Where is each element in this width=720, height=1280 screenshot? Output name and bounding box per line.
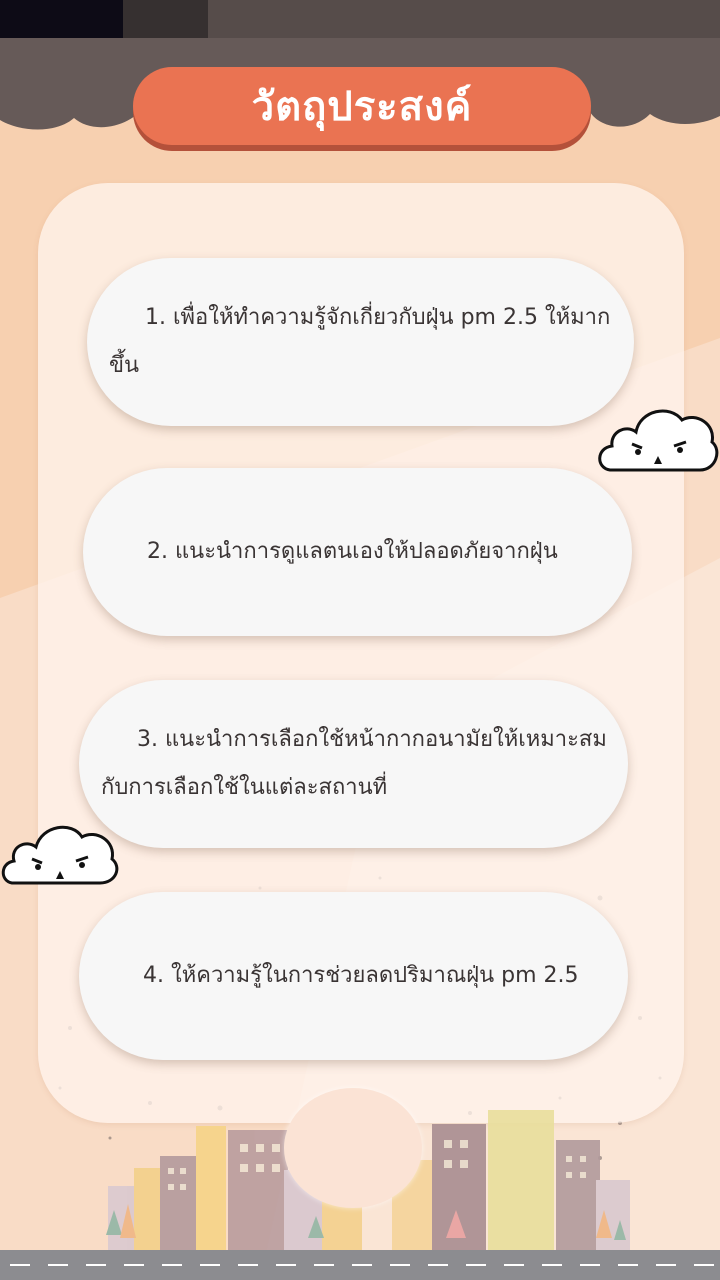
objective-item-1: 1. เพื่อให้ทำความรู้จักเกี่ยวกับฝุ่น pm … <box>87 258 634 426</box>
objective-item-4: 4. ให้ความรู้ในการช่วยลดปริมาณฝุ่น pm 2.… <box>79 892 628 1060</box>
objective-item-3: 3. แนะนำการเลือกใช้หน้ากากอนามัยให้เหมาะ… <box>79 680 628 848</box>
angry-cloud-icon <box>1 825 119 885</box>
status-bar-left <box>0 0 123 38</box>
page-title: วัตถุประสงค์ <box>251 84 473 130</box>
objective-item-2: 2. แนะนำการดูแลตนเองให้ปลอดภัยจากฝุ่น <box>83 468 632 636</box>
objective-text-2: 2. แนะนำการดูแลตนเองให้ปลอดภัยจากฝุ่น <box>147 539 558 564</box>
bottom-circle <box>284 1088 422 1208</box>
status-bar <box>0 0 720 38</box>
objective-text-1: 1. เพื่อให้ทำความรู้จักเกี่ยวกับฝุ่น pm … <box>109 305 611 378</box>
title-banner: วัตถุประสงค์ <box>133 67 591 145</box>
angry-cloud-icon <box>598 409 719 472</box>
status-bar-middle <box>123 0 208 38</box>
objective-text-4: 4. ให้ความรู้ในการช่วยลดปริมาณฝุ่น pm 2.… <box>143 963 579 988</box>
objective-text-3: 3. แนะนำการเลือกใช้หน้ากากอนามัยให้เหมาะ… <box>101 727 607 800</box>
